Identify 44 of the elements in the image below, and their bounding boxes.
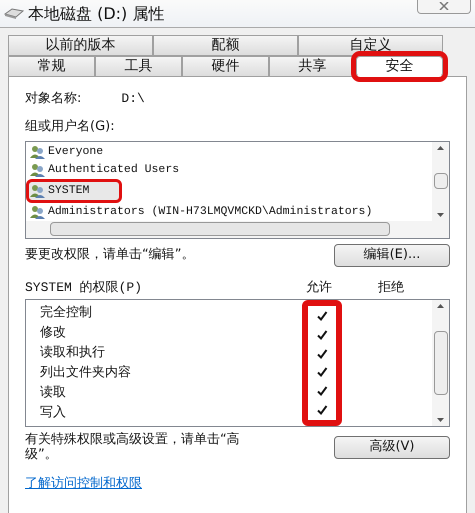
scrollbar-thumb[interactable]	[434, 173, 448, 189]
close-icon	[439, 2, 449, 10]
object-name-value: D:\	[121, 90, 145, 108]
vertical-scrollbar[interactable]	[432, 142, 449, 220]
tab[interactable]: 硬件	[182, 56, 269, 77]
allow-header: 允许	[305, 278, 333, 297]
scroll-up-icon[interactable]	[437, 146, 444, 150]
scrollbar-thumb[interactable]	[50, 222, 390, 236]
window-title: 本地磁盘 (D:) 属性	[28, 2, 164, 24]
permission-name: 读取和执行	[39, 344, 105, 362]
users-icon	[30, 184, 46, 198]
users-label: 组或用户名(G):	[25, 118, 116, 136]
tab[interactable]: 配额	[153, 35, 298, 56]
user-item[interactable]: SYSTEM	[26, 178, 122, 202]
close-button[interactable]	[417, 0, 471, 14]
permission-name: 读取	[39, 384, 66, 402]
edit-hint: 要更改权限，请单击“编辑”。	[25, 246, 194, 264]
advanced-button[interactable]: 高级(V)	[334, 436, 450, 458]
drive-icon	[4, 8, 24, 20]
learn-link[interactable]: 了解访问控制和权限	[25, 474, 142, 493]
user-item[interactable]: Authenticated Users	[26, 160, 432, 178]
scroll-down-icon[interactable]	[437, 418, 444, 422]
user-item[interactable]: Everyone	[26, 142, 432, 160]
scroll-up-icon[interactable]	[437, 304, 444, 308]
permission-name: 完全控制	[39, 304, 92, 322]
vertical-scrollbar[interactable]	[432, 300, 449, 426]
scrollbar-thumb[interactable]	[434, 330, 448, 394]
deny-header: 拒绝	[377, 278, 405, 297]
permission-name: 修改	[39, 324, 66, 342]
users-icon	[30, 144, 46, 158]
permission-name: 列出文件夹内容	[39, 364, 131, 382]
tab[interactable]: 工具	[95, 56, 182, 77]
advanced-hint: 有关特殊权限或高级设置，请单击“高级”。	[25, 432, 241, 462]
tab[interactable]: 常规	[8, 56, 95, 77]
user-item[interactable]: Administrators (WIN-H73LMQVMCKD\Administrators)	[26, 202, 432, 220]
object-name-label: 对象名称:	[25, 90, 82, 108]
users-icon	[30, 204, 46, 218]
permissions-label: SYSTEM 的权限(P)	[25, 278, 144, 297]
tab[interactable]: 以前的版本	[8, 35, 153, 56]
horizontal-scrollbar[interactable]	[26, 220, 449, 238]
permission-name: 写入	[39, 404, 66, 422]
scroll-down-icon[interactable]	[437, 212, 444, 216]
edit-button[interactable]: 编辑(E)...	[334, 244, 450, 266]
users-icon	[30, 162, 46, 176]
